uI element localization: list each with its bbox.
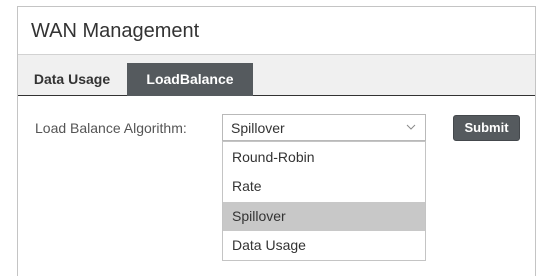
wan-management-panel: WAN Management Data Usage LoadBalance Lo… <box>17 6 536 276</box>
load-balance-algorithm-select[interactable]: Spillover <box>222 114 426 141</box>
tab-data-usage[interactable]: Data Usage <box>26 63 118 96</box>
option-spillover[interactable]: Spillover <box>223 202 425 231</box>
option-round-robin[interactable]: Round-Robin <box>223 143 425 172</box>
select-current-value: Spillover <box>231 120 285 136</box>
option-data-usage[interactable]: Data Usage <box>223 231 425 260</box>
tab-loadbalance[interactable]: LoadBalance <box>127 63 253 96</box>
option-rate[interactable]: Rate <box>223 172 425 201</box>
algorithm-dropdown-list: Round-Robin Rate Spillover Data Usage <box>222 141 426 261</box>
tab-bar: Data Usage LoadBalance <box>18 54 535 96</box>
chevron-down-icon <box>406 124 416 130</box>
page-title: WAN Management <box>31 20 200 42</box>
submit-button[interactable]: Submit <box>453 115 520 141</box>
load-balance-algorithm-label: Load Balance Algorithm: <box>35 120 187 136</box>
